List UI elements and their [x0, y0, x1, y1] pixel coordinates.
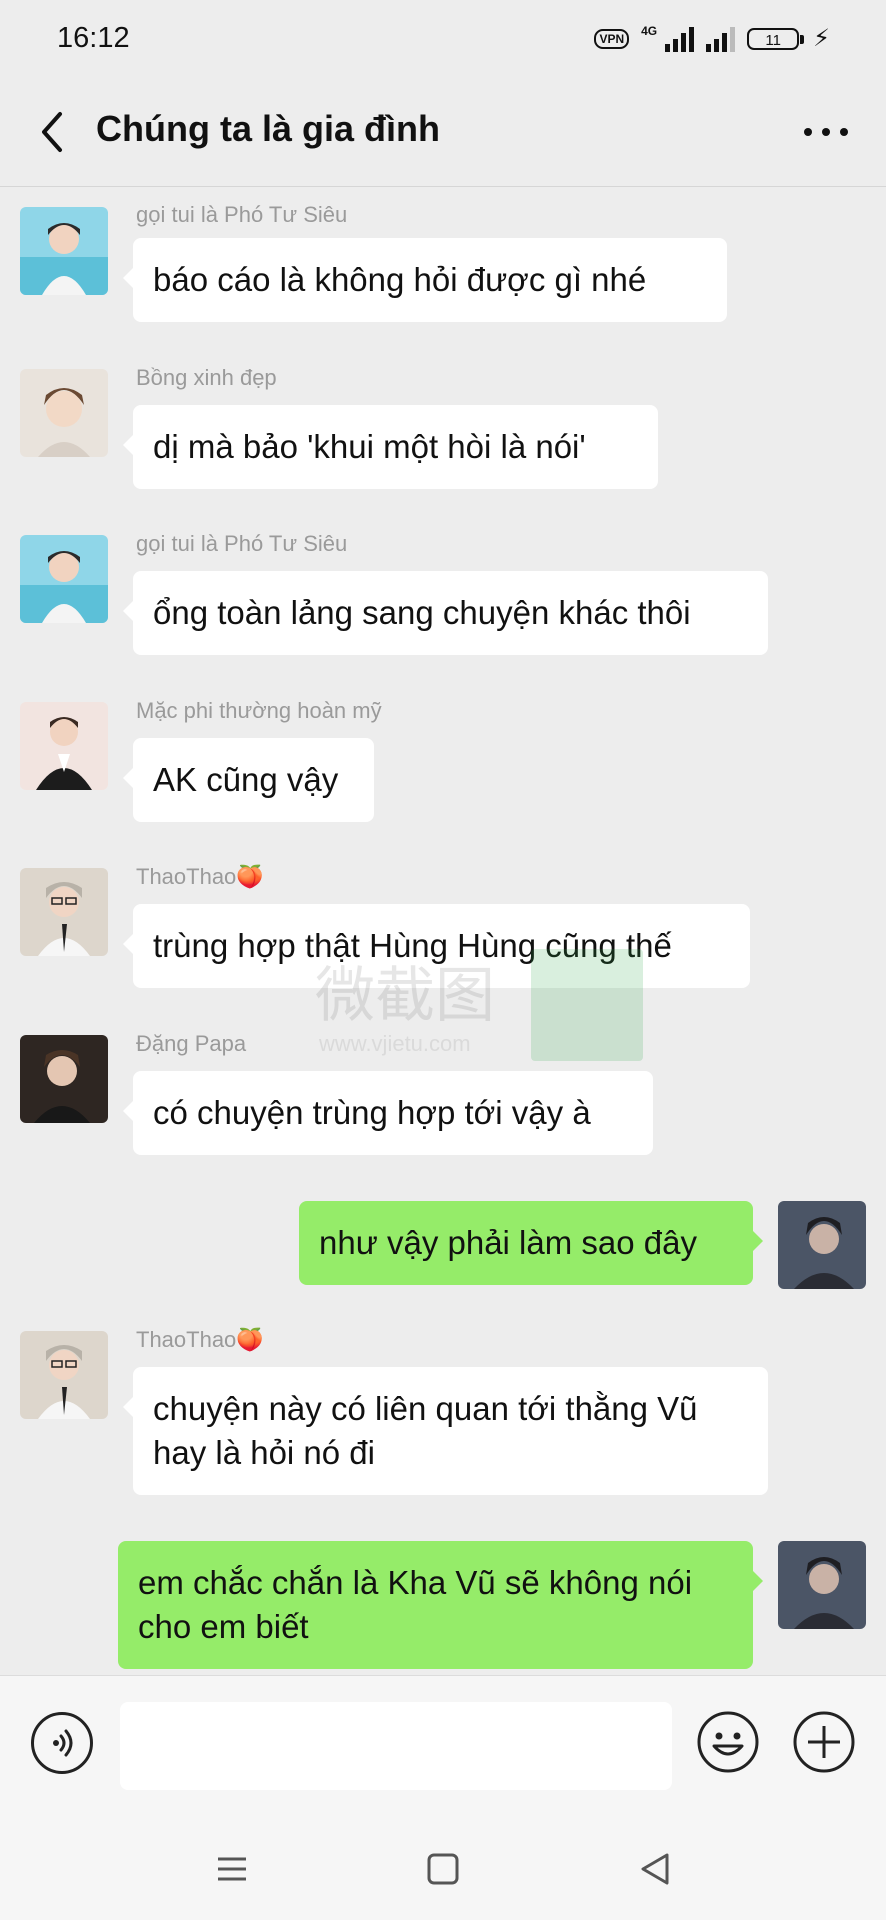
status-bar: 16:12 VPN 4G 11 ⚡ — [0, 0, 886, 78]
avatar-image — [20, 207, 108, 295]
message-bubble[interactable]: ổng toàn lảng sang chuyện khác thôi — [123, 571, 768, 655]
chat-title: Chúng ta là gia đình — [96, 108, 440, 149]
sender-name: ThaoThao🍑 — [136, 864, 264, 889]
avatar-image — [20, 1331, 108, 1419]
sender-name: gọi tui là Phó Tư Siêu — [136, 531, 348, 556]
recent-apps-button[interactable] — [212, 1849, 252, 1889]
message-bubble[interactable]: dị mà bảo 'khui một hòi là nói' — [123, 405, 658, 489]
voice-icon — [53, 1729, 73, 1757]
message-bubble[interactable]: em chắc chắn là Kha Vũ sẽ không nói cho … — [118, 1541, 763, 1669]
avatar[interactable] — [20, 702, 108, 790]
more-dot — [840, 128, 848, 136]
message-bubble[interactable]: chuyện này có liên quan tới thằng Vũ hay… — [123, 1367, 768, 1495]
my-avatar[interactable] — [778, 1201, 866, 1289]
system-nav-bar — [0, 1815, 886, 1920]
message-bubble[interactable]: có chuyện trùng hợp tới vậy à — [123, 1071, 653, 1155]
watermark-url: www.vjietu.com — [319, 1031, 471, 1056]
my-avatar[interactable] — [778, 1541, 866, 1629]
sender-name: Đặng Papa — [136, 1031, 247, 1056]
more-actions-button[interactable] — [792, 1710, 856, 1774]
message-input[interactable] — [120, 1702, 672, 1790]
sender-name: ThaoThao🍑 — [136, 1327, 264, 1352]
back-triangle-icon — [641, 1853, 669, 1885]
avatar[interactable] — [20, 1331, 108, 1419]
avatar-image — [778, 1541, 866, 1629]
network-type: 4G — [641, 24, 658, 38]
message-bubble[interactable]: báo cáo là không hỏi được gì nhé — [123, 238, 727, 322]
plus-icon — [793, 1711, 855, 1773]
back-button[interactable] — [32, 104, 82, 160]
chat-screen: 16:12 VPN 4G 11 ⚡ Chúng ta là gia đình g… — [0, 0, 886, 1920]
status-icons: VPN 4G 11 ⚡ — [594, 24, 830, 53]
chat-header: Chúng ta là gia đình — [0, 78, 886, 187]
more-dot — [804, 128, 812, 136]
message-list[interactable]: gọi tui là Phó Tư Siêu báo cáo là không … — [0, 187, 886, 1675]
input-bar — [0, 1675, 886, 1816]
avatar-image — [20, 535, 108, 623]
avatar-image — [20, 1035, 108, 1123]
signal-icon-2 — [706, 26, 736, 52]
avatar[interactable] — [20, 207, 108, 295]
voice-button[interactable] — [31, 1712, 93, 1774]
status-time: 16:12 — [57, 22, 130, 54]
message-bubble[interactable]: trùng hợp thật Hùng Hùng cũng thế — [123, 904, 750, 988]
vpn-icon: VPN — [594, 28, 630, 49]
sender-name: Mặc phi thường hoàn mỹ — [136, 698, 382, 723]
avatar[interactable] — [20, 535, 108, 623]
message-bubble[interactable]: như vậy phải làm sao đây — [299, 1201, 763, 1285]
charging-icon: ⚡ — [813, 25, 830, 52]
avatar-image — [20, 369, 108, 457]
message-bubble[interactable]: AK cũng vậy — [123, 738, 374, 822]
avatar[interactable] — [20, 868, 108, 956]
avatar-image — [20, 868, 108, 956]
system-back-button[interactable] — [635, 1849, 675, 1889]
battery-icon: 11 — [747, 27, 805, 50]
more-dot — [822, 128, 830, 136]
sender-name: gọi tui là Phó Tư Siêu — [136, 202, 348, 227]
more-button[interactable] — [796, 114, 856, 150]
emoji-button[interactable] — [696, 1710, 760, 1774]
avatar-image — [778, 1201, 866, 1289]
sender-name: Bồng xinh đẹp — [136, 365, 277, 390]
avatar[interactable] — [20, 1035, 108, 1123]
emoji-icon — [697, 1711, 759, 1773]
menu-icon — [218, 1857, 246, 1881]
chevron-left-icon — [42, 112, 62, 152]
avatar[interactable] — [20, 369, 108, 457]
avatar-image — [20, 702, 108, 790]
home-button[interactable] — [423, 1849, 463, 1889]
home-square-icon — [427, 1853, 459, 1885]
signal-icon — [665, 26, 695, 52]
